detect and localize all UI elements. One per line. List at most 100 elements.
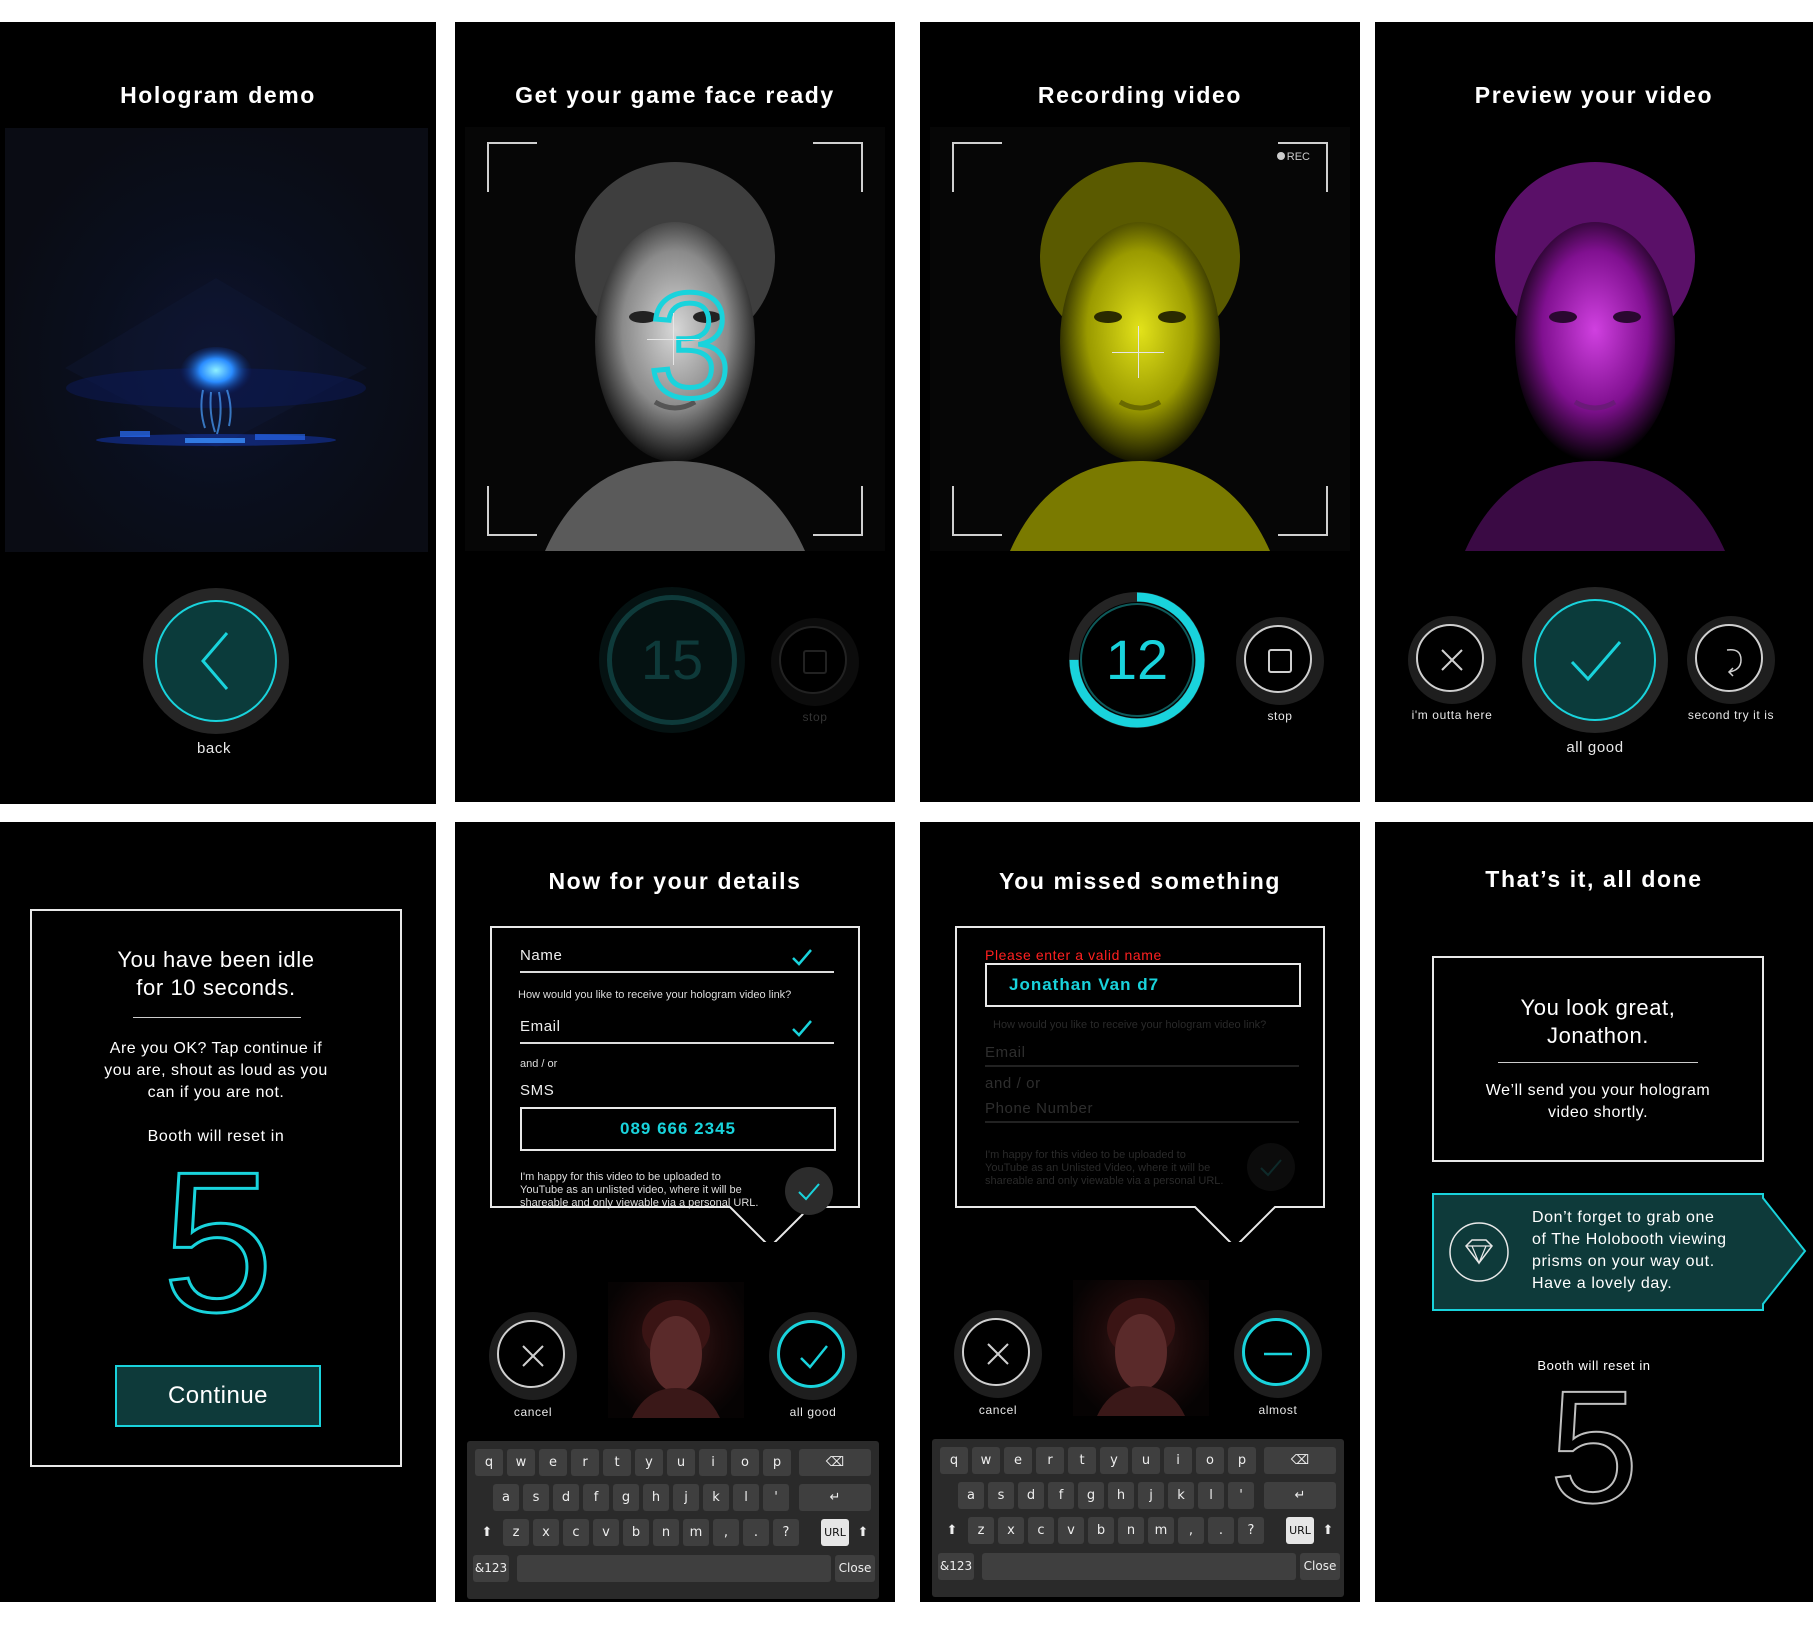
cancel-button[interactable] [954, 1310, 1042, 1398]
key-w[interactable]: w [972, 1447, 1000, 1474]
key-t[interactable]: t [1068, 1447, 1096, 1474]
screen-get-ready: Get your game face ready 3 15 stop [455, 22, 895, 802]
key-x[interactable]: x [533, 1519, 559, 1546]
key-a[interactable]: a [493, 1484, 519, 1511]
key-n[interactable]: n [1118, 1517, 1144, 1544]
key-v[interactable]: v [593, 1519, 619, 1546]
key-period[interactable]: . [1208, 1517, 1234, 1544]
key-h[interactable]: h [643, 1484, 669, 1511]
key-p[interactable]: p [1228, 1447, 1256, 1474]
stop-button[interactable] [771, 618, 859, 706]
key-backspace[interactable]: ⌫ [799, 1449, 871, 1476]
key-i[interactable]: i [1164, 1447, 1192, 1474]
key-apostrophe[interactable]: ' [763, 1484, 789, 1511]
divider [1498, 1062, 1698, 1063]
key-shift-right[interactable]: ⬆ [1318, 1517, 1338, 1544]
key-numbers[interactable]: &123 [938, 1553, 974, 1580]
key-g[interactable]: g [1078, 1482, 1104, 1509]
key-comma[interactable]: , [1178, 1517, 1204, 1544]
confirm-label: all good [789, 1405, 837, 1419]
key-url[interactable]: URL [1286, 1517, 1314, 1544]
key-s[interactable]: s [523, 1484, 549, 1511]
key-h[interactable]: h [1108, 1482, 1134, 1509]
key-shift-left[interactable]: ⬆ [940, 1517, 964, 1544]
key-d[interactable]: d [1018, 1482, 1044, 1509]
close-icon [1441, 649, 1463, 671]
key-e[interactable]: e [1004, 1447, 1032, 1474]
key-p[interactable]: p [763, 1449, 791, 1476]
key-r[interactable]: r [1036, 1447, 1064, 1474]
stop-button[interactable] [1236, 617, 1324, 705]
key-shift-right[interactable]: ⬆ [853, 1519, 873, 1546]
key-x[interactable]: x [998, 1517, 1024, 1544]
key-y[interactable]: y [635, 1449, 663, 1476]
key-d[interactable]: d [553, 1484, 579, 1511]
key-s[interactable]: s [988, 1482, 1014, 1509]
key-f[interactable]: f [583, 1484, 609, 1511]
email-input[interactable] [520, 1042, 834, 1044]
key-enter[interactable]: ↵ [799, 1484, 871, 1511]
almost-button[interactable] [1234, 1310, 1322, 1398]
key-close[interactable]: Close [835, 1555, 875, 1582]
key-a[interactable]: a [958, 1482, 984, 1509]
reject-button[interactable] [1408, 616, 1496, 704]
key-g[interactable]: g [613, 1484, 639, 1511]
key-question[interactable]: ? [1238, 1517, 1264, 1544]
key-y[interactable]: y [1100, 1447, 1128, 1474]
key-question[interactable]: ? [773, 1519, 799, 1546]
retry-button[interactable] [1687, 616, 1775, 704]
key-w[interactable]: w [507, 1449, 535, 1476]
key-r[interactable]: r [571, 1449, 599, 1476]
back-button[interactable] [143, 588, 289, 734]
key-close[interactable]: Close [1300, 1553, 1340, 1580]
key-comma[interactable]: , [713, 1519, 739, 1546]
accept-button[interactable] [1522, 587, 1668, 733]
cancel-button[interactable] [489, 1312, 577, 1400]
key-space[interactable] [982, 1553, 1296, 1580]
key-n[interactable]: n [653, 1519, 679, 1546]
key-numbers[interactable]: &123 [473, 1555, 509, 1582]
key-c[interactable]: c [1028, 1517, 1054, 1544]
key-u[interactable]: u [667, 1449, 695, 1476]
key-period[interactable]: . [743, 1519, 769, 1546]
key-f[interactable]: f [1048, 1482, 1074, 1509]
confirm-button[interactable] [769, 1312, 857, 1400]
key-z[interactable]: z [968, 1517, 994, 1544]
name-input[interactable]: Jonathan Van d7 [985, 963, 1301, 1007]
sms-input[interactable]: 089 666 2345 [520, 1107, 836, 1151]
key-l[interactable]: l [733, 1484, 759, 1511]
key-enter[interactable]: ↵ [1264, 1482, 1336, 1509]
email-input[interactable] [985, 1065, 1299, 1067]
key-e[interactable]: e [539, 1449, 567, 1476]
key-k[interactable]: k [1168, 1482, 1194, 1509]
key-q[interactable]: q [475, 1449, 503, 1476]
key-u[interactable]: u [1132, 1447, 1160, 1474]
name-input[interactable] [520, 971, 834, 973]
key-b[interactable]: b [1088, 1517, 1114, 1544]
key-m[interactable]: m [1148, 1517, 1174, 1544]
key-url[interactable]: URL [821, 1519, 849, 1546]
key-shift-left[interactable]: ⬆ [475, 1519, 499, 1546]
key-apostrophe[interactable]: ' [1228, 1482, 1254, 1509]
key-k[interactable]: k [703, 1484, 729, 1511]
key-v[interactable]: v [1058, 1517, 1084, 1544]
screen-title: Now for your details [548, 868, 802, 894]
key-b[interactable]: b [623, 1519, 649, 1546]
key-j[interactable]: j [673, 1484, 699, 1511]
key-i[interactable]: i [699, 1449, 727, 1476]
key-o[interactable]: o [1196, 1447, 1224, 1474]
key-q[interactable]: q [940, 1447, 968, 1474]
key-m[interactable]: m [683, 1519, 709, 1546]
phone-input[interactable] [985, 1121, 1299, 1123]
consent-checkbox[interactable] [785, 1167, 833, 1215]
key-backspace[interactable]: ⌫ [1264, 1447, 1336, 1474]
key-o[interactable]: o [731, 1449, 759, 1476]
key-j[interactable]: j [1138, 1482, 1164, 1509]
consent-checkbox[interactable] [1247, 1143, 1295, 1191]
key-l[interactable]: l [1198, 1482, 1224, 1509]
continue-button[interactable]: Continue [115, 1365, 321, 1427]
key-space[interactable] [517, 1555, 831, 1582]
key-z[interactable]: z [503, 1519, 529, 1546]
key-c[interactable]: c [563, 1519, 589, 1546]
key-t[interactable]: t [603, 1449, 631, 1476]
